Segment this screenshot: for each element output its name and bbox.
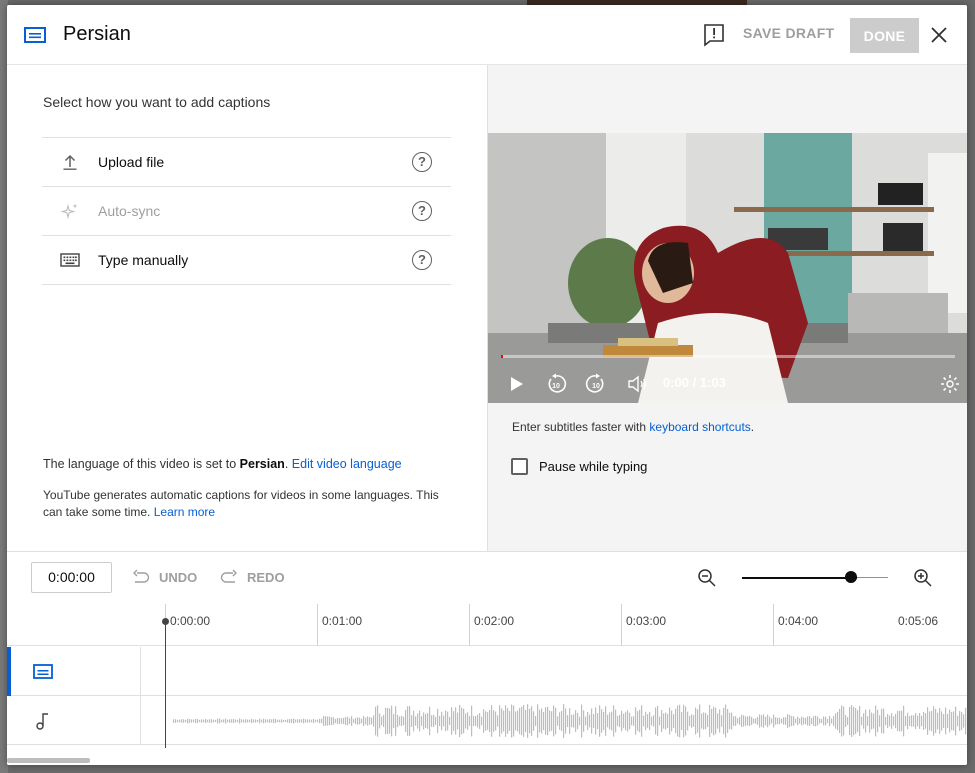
dialog-header: Persian SAVE DRAFT DONE bbox=[7, 5, 967, 65]
feedback-icon[interactable] bbox=[703, 23, 725, 47]
captions-track[interactable] bbox=[7, 647, 967, 696]
upload-file-label: Upload file bbox=[98, 154, 165, 170]
svg-text:10: 10 bbox=[552, 383, 560, 390]
video-language-note: The language of this video is set to Per… bbox=[43, 457, 463, 471]
video-frame bbox=[488, 133, 967, 403]
zoom-slider-rest bbox=[857, 577, 888, 578]
video-progress-bar[interactable] bbox=[501, 355, 955, 358]
captions-dialog: Persian SAVE DRAFT DONE Select how you w… bbox=[7, 5, 967, 765]
pause-while-typing-checkbox[interactable] bbox=[511, 458, 528, 475]
video-progress-fill bbox=[501, 355, 503, 358]
auto-captions-note: YouTube generates automatic captions for… bbox=[43, 487, 455, 521]
captions-icon bbox=[33, 664, 53, 679]
settings-gear-icon[interactable] bbox=[939, 373, 961, 395]
lang-note-suffix: . bbox=[284, 457, 289, 471]
audio-waveform bbox=[173, 704, 967, 738]
ruler-tick: 0:03:00 bbox=[621, 604, 666, 646]
shortcuts-prefix: Enter subtitles faster with bbox=[512, 420, 650, 434]
tick-label: 0:03:00 bbox=[626, 614, 667, 628]
audio-track-header bbox=[7, 696, 141, 745]
music-note-icon bbox=[36, 713, 48, 730]
video-time: 0:00 / 1:03 bbox=[663, 375, 726, 390]
svg-text:10: 10 bbox=[592, 383, 600, 390]
done-button[interactable]: DONE bbox=[850, 18, 919, 53]
timeline-editor: 0:00:00 UNDO REDO 0:00:00 0:01:00 0:02:0… bbox=[7, 551, 967, 765]
zoom-out-icon[interactable] bbox=[697, 568, 717, 588]
audio-track[interactable] bbox=[7, 696, 967, 745]
timeline-ruler[interactable]: 0:00:00 0:01:00 0:02:00 0:03:00 0:04:00 … bbox=[7, 604, 967, 646]
video-player[interactable]: 10 10 0:00 / 1:03 bbox=[488, 133, 967, 403]
tick-label: 0:04:00 bbox=[778, 614, 819, 628]
help-icon[interactable]: ? bbox=[412, 250, 432, 270]
shortcuts-hint: Enter subtitles faster with keyboard sho… bbox=[512, 420, 754, 434]
play-icon[interactable] bbox=[505, 373, 527, 395]
undo-label: UNDO bbox=[159, 570, 198, 585]
zoom-slider-thumb[interactable] bbox=[845, 571, 857, 583]
ruler-tick: 0:04:00 bbox=[773, 604, 818, 646]
redo-icon bbox=[220, 569, 237, 583]
forward-10-icon[interactable]: 10 bbox=[585, 373, 607, 395]
video-preview-panel: 10 10 0:00 / 1:03 Enter subtitles faster… bbox=[487, 65, 967, 551]
video-language-value: Persian bbox=[239, 457, 285, 471]
lang-note-prefix: The language of this video is set to bbox=[43, 457, 240, 471]
rewind-10-icon[interactable]: 10 bbox=[545, 373, 567, 395]
playhead-line[interactable] bbox=[165, 622, 166, 748]
close-icon[interactable] bbox=[929, 25, 949, 45]
video-controls: 10 10 0:00 / 1:03 bbox=[488, 365, 967, 403]
redo-label: REDO bbox=[247, 570, 285, 585]
redo-button[interactable]: REDO bbox=[219, 568, 289, 586]
captions-track-header bbox=[7, 647, 141, 696]
dialog-title: Persian bbox=[63, 23, 131, 45]
tick-label: 0:01:00 bbox=[322, 614, 363, 628]
tick-label: 0:00:00 bbox=[170, 614, 211, 628]
captions-icon bbox=[24, 27, 46, 43]
timecode-input[interactable]: 0:00:00 bbox=[31, 562, 112, 593]
auto-note-text: YouTube generates automatic captions for… bbox=[43, 488, 439, 519]
help-icon[interactable]: ? bbox=[412, 152, 432, 172]
options-divider bbox=[42, 284, 451, 285]
pause-while-typing-label: Pause while typing bbox=[539, 459, 648, 474]
tick-label: 0:02:00 bbox=[474, 614, 515, 628]
upload-icon bbox=[63, 154, 77, 170]
type-manually-option[interactable]: Type manually ? bbox=[42, 235, 451, 284]
caption-method-panel: Select how you want to add captions Uplo… bbox=[7, 65, 487, 551]
auto-sync-option[interactable]: Auto-sync ? bbox=[42, 186, 451, 235]
tick-label-end: 0:05:06 bbox=[898, 614, 939, 628]
ruler-tick: 0:02:00 bbox=[469, 604, 514, 646]
save-draft-button[interactable]: SAVE DRAFT bbox=[743, 25, 834, 41]
keyboard-icon bbox=[60, 253, 80, 267]
edit-video-language-link[interactable]: Edit video language bbox=[292, 457, 402, 471]
auto-sync-label: Auto-sync bbox=[98, 203, 161, 219]
undo-button[interactable]: UNDO bbox=[131, 568, 201, 586]
learn-more-link[interactable]: Learn more bbox=[154, 505, 215, 519]
upload-file-option[interactable]: Upload file ? bbox=[42, 137, 451, 186]
ruler-tick: 0:01:00 bbox=[317, 604, 362, 646]
caption-method-prompt: Select how you want to add captions bbox=[43, 94, 271, 110]
help-icon[interactable]: ? bbox=[412, 201, 432, 221]
horizontal-scrollbar[interactable] bbox=[7, 758, 90, 763]
type-manually-label: Type manually bbox=[98, 252, 189, 268]
undo-icon bbox=[133, 569, 150, 583]
shortcuts-suffix: . bbox=[750, 420, 755, 434]
keyboard-shortcuts-link[interactable]: keyboard shortcuts bbox=[649, 420, 750, 434]
sparkle-icon bbox=[60, 203, 78, 220]
volume-icon[interactable] bbox=[626, 373, 648, 395]
zoom-in-icon[interactable] bbox=[913, 568, 933, 588]
zoom-slider-track[interactable] bbox=[742, 577, 857, 579]
